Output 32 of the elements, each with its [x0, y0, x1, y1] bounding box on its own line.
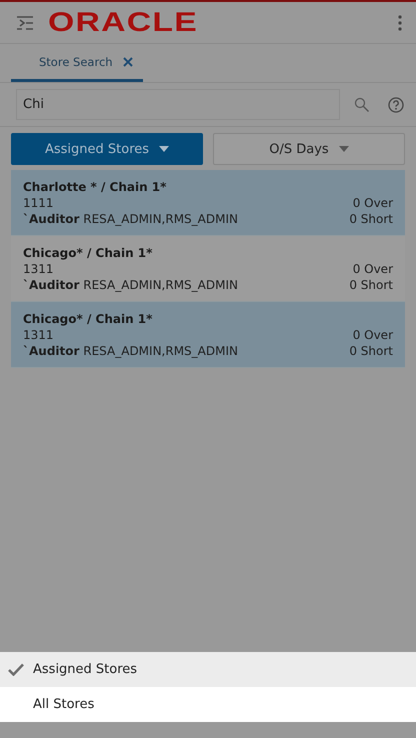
oracle-logo: ORACLE — [48, 7, 198, 38]
store-number: 1311 — [23, 262, 54, 276]
store-roles: `Auditor RESA_ADMIN,RMS_ADMIN — [23, 212, 238, 226]
filter-dropdown[interactable]: O/S Days — [213, 133, 405, 165]
store-card[interactable]: Chicago* / Chain 1* 1311 0 Over `Auditor RESA_ADMIN,RMS_ADMIN 0 Short — [11, 302, 405, 368]
over-count: 0 Over — [352, 262, 393, 276]
store-name: Charlotte * / Chain 1* — [23, 180, 166, 194]
short-count: 0 Short — [349, 344, 393, 358]
menu-icon[interactable] — [16, 16, 34, 30]
store-card[interactable]: Charlotte * / Chain 1* 1111 0 Over `Auditor RESA_ADMIN,RMS_ADMIN 0 Short — [11, 170, 405, 236]
short-count: 0 Short — [349, 212, 393, 226]
store-number: 1111 — [23, 196, 54, 210]
more-options-icon[interactable] — [398, 14, 402, 30]
menu-item[interactable]: Assigned Stores — [0, 652, 416, 687]
caret-icon — [159, 146, 170, 152]
store-roles: `Auditor RESA_ADMIN,RMS_ADMIN — [23, 278, 238, 292]
tab[interactable]: Store Search — [11, 44, 143, 82]
short-count: 0 Short — [349, 278, 393, 292]
check-icon — [8, 663, 24, 676]
store-roles: `Auditor RESA_ADMIN,RMS_ADMIN — [23, 344, 238, 358]
menu-item[interactable]: All Stores — [0, 687, 416, 722]
store-number: 1311 — [23, 328, 54, 342]
store-name: Chicago* / Chain 1* — [23, 246, 152, 260]
search-field[interactable]: Chi — [16, 89, 340, 120]
caret-icon — [338, 146, 349, 152]
help-icon[interactable] — [388, 96, 404, 112]
close-icon[interactable] — [122, 56, 133, 66]
store-name: Chicago* / Chain 1* — [23, 312, 152, 326]
filter-dropdown[interactable]: Assigned Stores — [11, 133, 203, 165]
search-icon[interactable] — [354, 96, 370, 112]
over-count: 0 Over — [352, 196, 393, 210]
over-count: 0 Over — [352, 328, 393, 342]
